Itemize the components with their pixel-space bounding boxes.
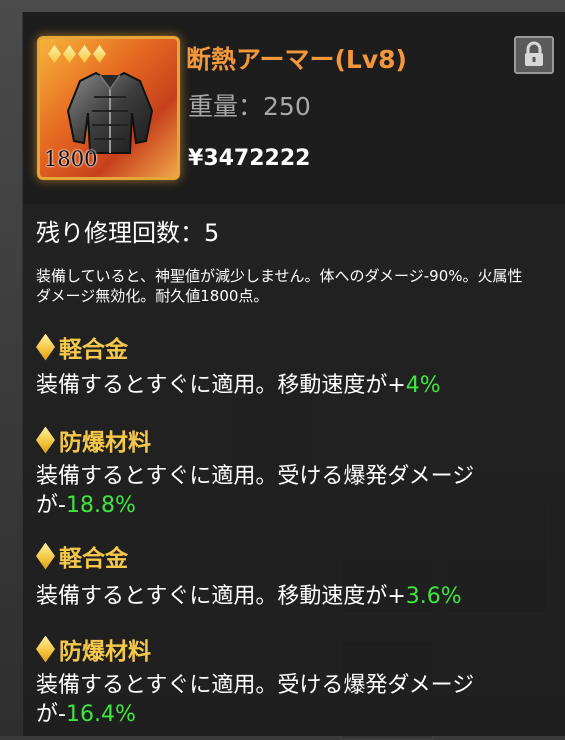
- diamond-icon: [36, 333, 55, 361]
- weight-value: 250: [263, 92, 311, 121]
- effect-description: 装備するとすぐに適用。移動速度が+3.6%: [36, 582, 546, 611]
- lock-button[interactable]: [514, 36, 554, 74]
- effect-text: 装備するとすぐに適用。移動速度が: [36, 373, 388, 398]
- repair-label: 残り修理回数：: [36, 219, 204, 247]
- item-description: 装備していると、神聖値が減少しません。体へのダメージ-90%。火属性ダメージ無効…: [36, 267, 523, 305]
- effect-sign: +: [387, 584, 406, 609]
- item-durability: 1800: [44, 147, 98, 171]
- rarity-diamond-icon: [63, 45, 76, 63]
- effect-title-label: 軽合金: [59, 337, 128, 363]
- rarity-diamond-icon: [78, 45, 91, 63]
- effect-description: 装備するとすぐに適用。移動速度が+4%: [36, 371, 546, 400]
- item-icon-frame: 1800: [37, 36, 180, 180]
- armor-jacket-icon: [66, 71, 154, 154]
- effect-title-label: 防爆材料: [59, 639, 151, 665]
- effect-description: 装備するとすぐに適用。受ける爆発ダメージが-18.8%: [36, 462, 546, 520]
- effect-description: 装備するとすぐに適用。受ける爆発ダメージが-16.4%: [36, 671, 546, 729]
- lock-icon: [525, 41, 543, 66]
- effect-title: 軽合金: [36, 539, 128, 573]
- effect-value: 4%: [405, 373, 441, 398]
- effect-sign: -: [58, 493, 66, 518]
- price-value: 3472222: [203, 146, 311, 171]
- rarity-stars: [48, 45, 106, 63]
- repair-count: 残り修理回数：5: [36, 213, 219, 248]
- effect-title: 防爆材料: [36, 632, 151, 666]
- effect-title: 防爆材料: [36, 423, 151, 457]
- item-name: 断熱アーマー(Lv8): [186, 45, 407, 74]
- diamond-icon: [36, 542, 55, 570]
- rarity-diamond-icon: [48, 45, 61, 63]
- effect-title: 軽合金: [36, 330, 128, 364]
- item-weight: 重量：250: [188, 87, 311, 123]
- repair-value: 5: [204, 219, 220, 247]
- effect-value: 18.8%: [65, 493, 136, 518]
- yen-icon: ¥: [188, 146, 204, 171]
- item-price: ¥3472222: [188, 146, 310, 171]
- effect-title-label: 防爆材料: [59, 430, 151, 456]
- rarity-diamond-icon: [93, 45, 106, 63]
- effect-value: 3.6%: [405, 584, 462, 609]
- effect-text: 装備するとすぐに適用。移動速度が: [36, 584, 388, 609]
- effect-title-label: 軽合金: [59, 546, 128, 572]
- diamond-icon: [36, 426, 55, 454]
- effect-sign: -: [58, 702, 66, 727]
- effect-value: 16.4%: [65, 702, 136, 727]
- weight-label: 重量：: [188, 92, 264, 121]
- effect-sign: +: [387, 373, 406, 398]
- diamond-icon: [36, 635, 55, 663]
